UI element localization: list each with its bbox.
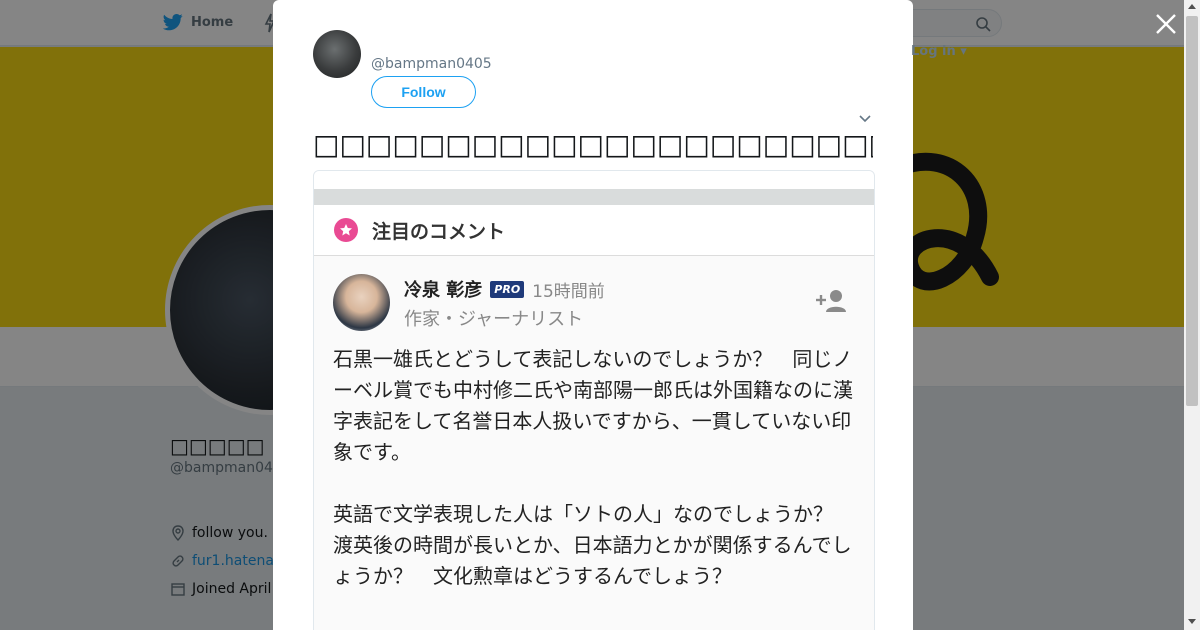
- login-label: Log in: [911, 44, 956, 59]
- featured-comments-header: 注目のコメント: [314, 205, 874, 256]
- comment-paragraph-1: 石黒一雄氏とどうして表記しないのでしょうか？ 同じノーベル賞でも中村修二氏や南部…: [333, 347, 853, 464]
- commenter-header: 冷泉 彰彦 PRO 15時間前: [404, 276, 605, 302]
- add-user-icon: [816, 290, 846, 312]
- scroll-up-arrow-icon[interactable]: [1188, 4, 1196, 9]
- pro-badge: PRO: [490, 280, 525, 298]
- login-link[interactable]: Log in ▾: [911, 44, 967, 59]
- commenter-role: 作家・ジャーナリスト: [404, 309, 584, 330]
- featured-comments-title: 注目のコメント: [372, 220, 506, 243]
- scroll-down-arrow-icon[interactable]: [1188, 619, 1196, 624]
- follow-button[interactable]: Follow: [371, 76, 476, 108]
- scroll-thumb[interactable]: [1186, 16, 1198, 406]
- tweet-modal: @bampman0405 Follow □□□□□□□□□□□□□□□□□□□□…: [273, 0, 913, 630]
- comment-card: 冷泉 彰彦 PRO 15時間前 作家・ジャーナリスト 石黒一雄氏とどうして表記し…: [314, 256, 874, 588]
- tweet-author-avatar[interactable]: [313, 30, 361, 78]
- media-top-gap: [314, 171, 874, 189]
- tweet-text: □□□□□□□□□□□□□□□□□□□□□□□□□□□□□□□□: [313, 128, 873, 161]
- commenter-name: 冷泉 彰彦: [404, 280, 483, 301]
- comment-time: 15時間前: [532, 281, 605, 302]
- star-icon: [334, 218, 358, 242]
- comment-body: 石黒一雄氏とどうして表記しないのでしょうか？ 同じノーベル賞でも中村修二氏や南部…: [333, 344, 853, 623]
- media-divider-band: [314, 189, 874, 205]
- comment-paragraph-2: 英語で文学表現した人は「ソトの人」なのでしょうか？ 渡英後の時間が長いとか、日本…: [333, 502, 853, 588]
- chevron-down-icon[interactable]: [858, 112, 872, 126]
- tweet-author-handle[interactable]: @bampman0405: [371, 56, 492, 72]
- page-scrollbar[interactable]: [1184, 0, 1200, 630]
- commenter-avatar: [333, 274, 390, 331]
- close-icon[interactable]: [1154, 12, 1178, 36]
- tweet-media-image[interactable]: 注目のコメント 冷泉 彰彦 PRO 15時間前 作家・ジャーナリスト 石黒一雄氏…: [313, 170, 875, 630]
